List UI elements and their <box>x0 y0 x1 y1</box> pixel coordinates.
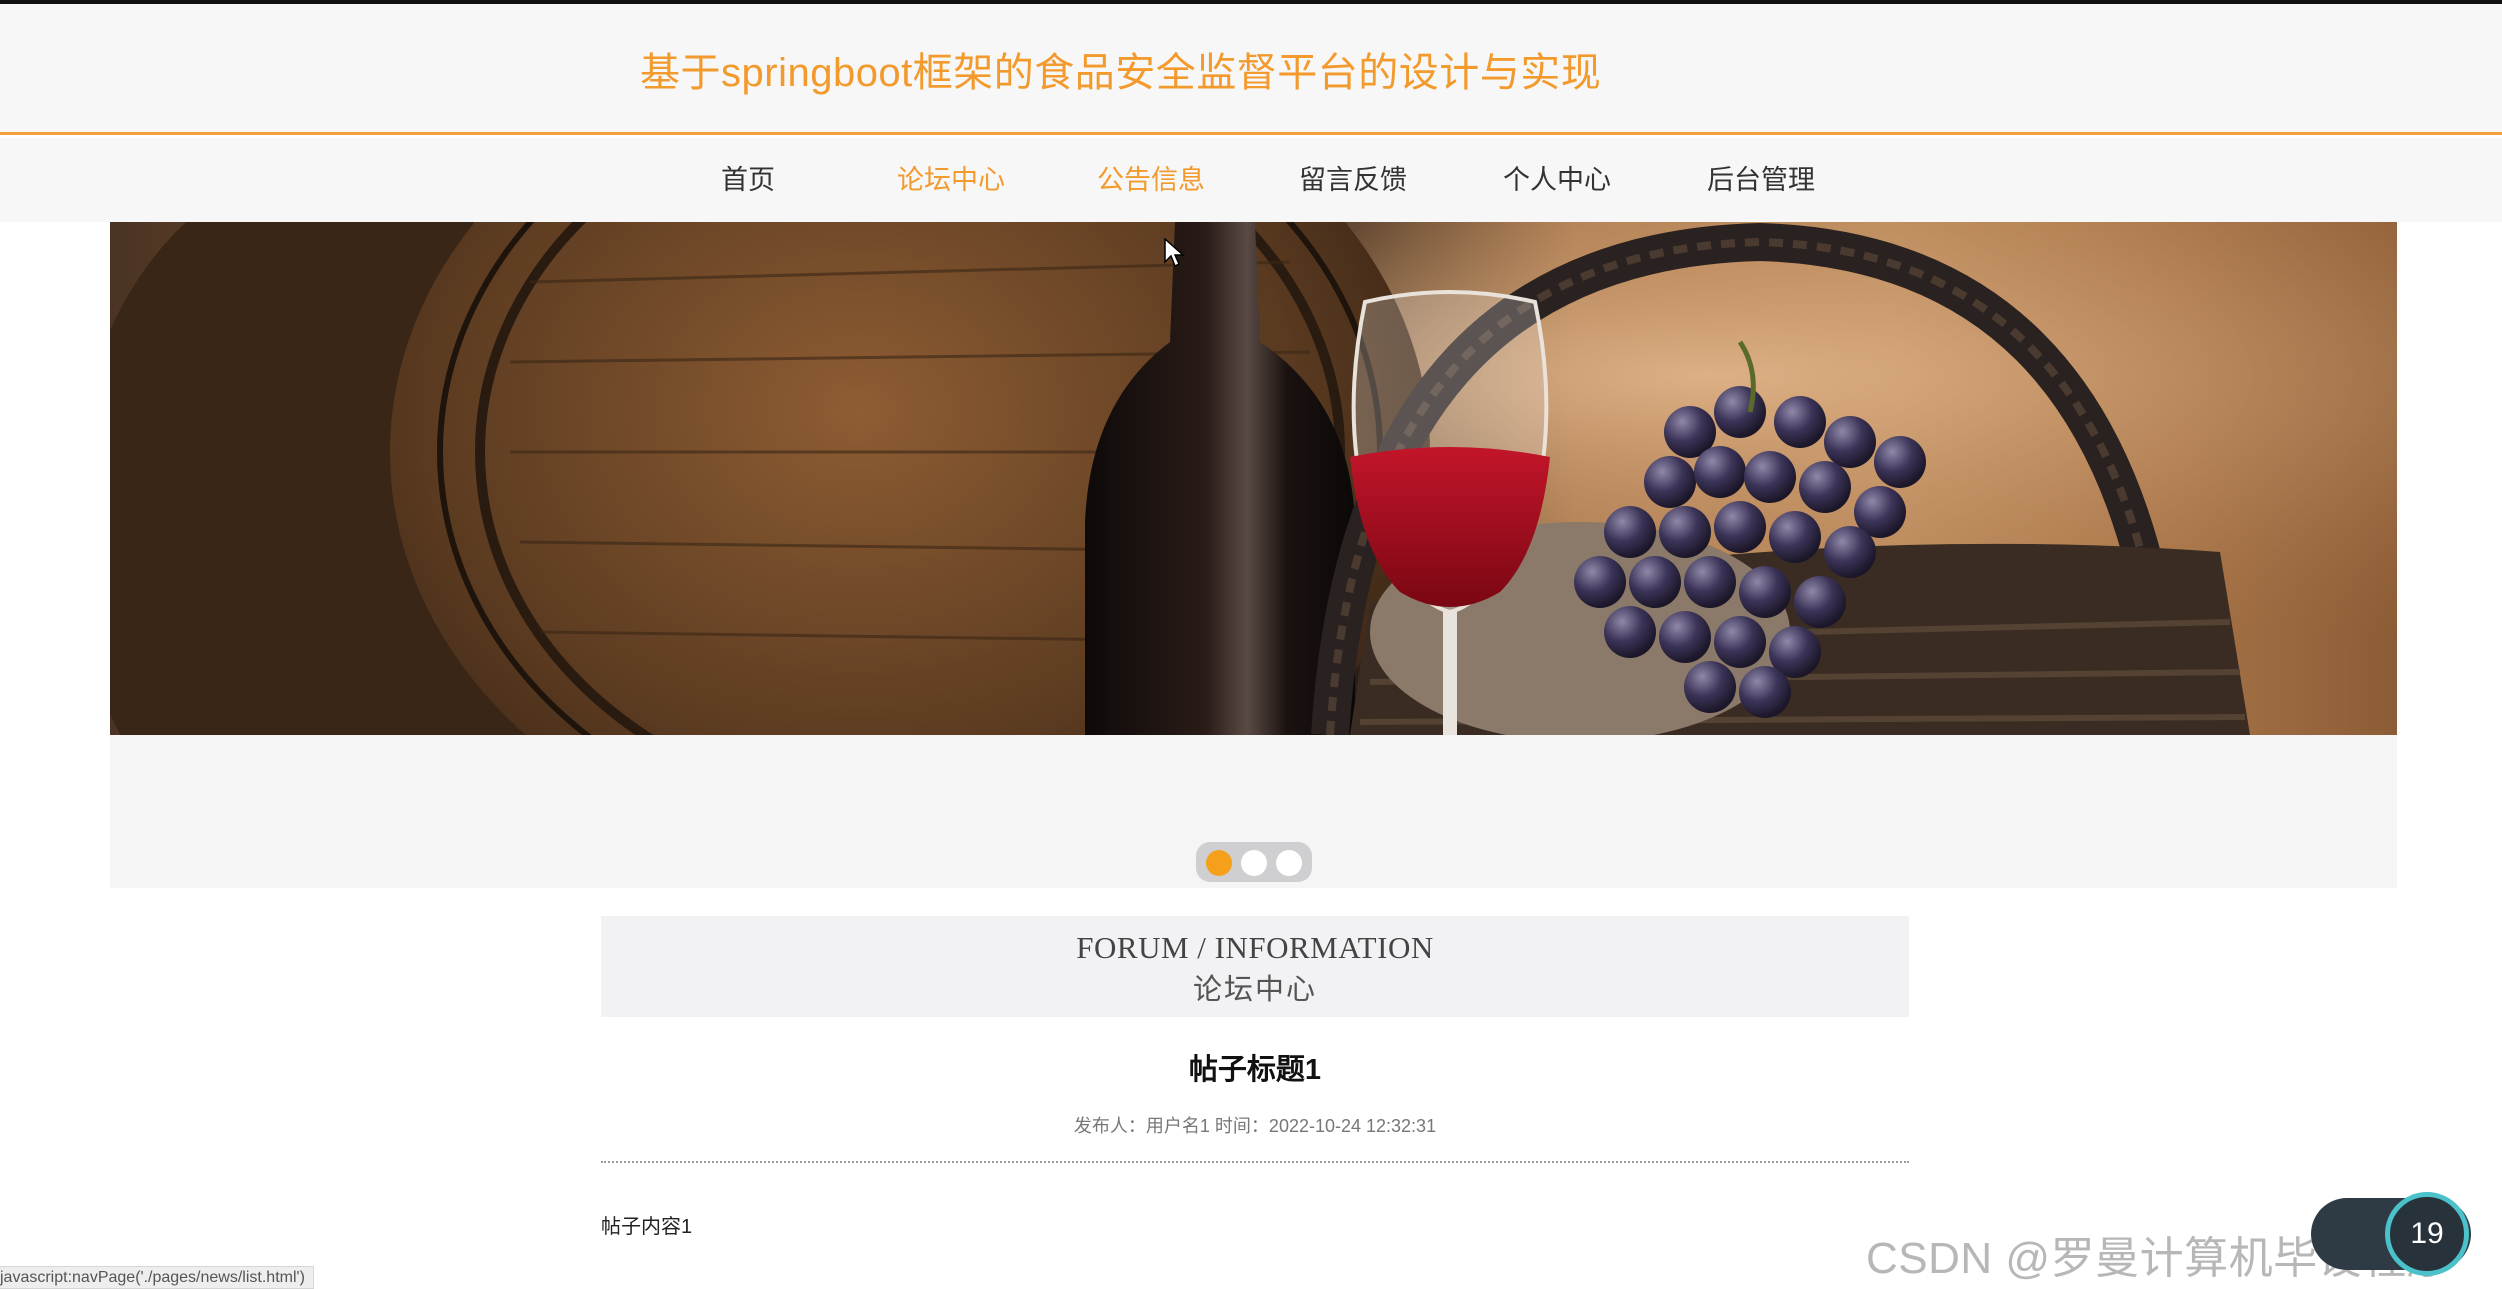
carousel-dot-1[interactable] <box>1206 850 1232 876</box>
section-title-en: FORUM / INFORMATION <box>1076 930 1434 965</box>
site-header: 基于springboot框架的食品安全监督平台的设计与实现 <box>0 4 2502 135</box>
page: 基于springboot框架的食品安全监督平台的设计与实现 首页 论坛中心 公告… <box>0 0 2502 1289</box>
post-meta: 发布人：用户名1 时间：2022-10-24 12:32:31 <box>1073 1116 1437 1136</box>
post-divider <box>601 1161 1909 1163</box>
post-title: 帖子标题1 <box>1188 1054 1322 1086</box>
post-content: 帖子内容1 <box>601 1216 693 1238</box>
nav-item-home[interactable]: 首页 <box>721 158 775 197</box>
carousel-banner-image[interactable] <box>110 222 2397 735</box>
main-nav: 首页 论坛中心 公告信息 留言反馈 个人中心 后台管理 <box>0 138 2502 222</box>
nav-item-admin[interactable]: 后台管理 <box>1707 158 1815 197</box>
nav-item-forum[interactable]: 论坛中心 <box>897 158 1005 197</box>
mouse-cursor-icon <box>1164 238 1185 268</box>
carousel-dot-2[interactable] <box>1241 850 1267 876</box>
carousel-dot-3[interactable] <box>1276 850 1302 876</box>
wine-still-life-illustration <box>110 222 2397 735</box>
site-title: 基于springboot框架的食品安全监督平台的设计与实现 <box>640 51 1602 95</box>
carousel-indicator <box>1196 842 1312 882</box>
nav-item-announcements[interactable]: 公告信息 <box>1097 158 1205 197</box>
nav-item-profile[interactable]: 个人中心 <box>1503 158 1611 197</box>
browser-status-bar: javascript:navPage('./pages/news/list.ht… <box>0 1266 314 1289</box>
nav-item-feedback[interactable]: 留言反馈 <box>1299 158 1407 197</box>
section-header: FORUM / INFORMATION 论坛中心 <box>601 916 1909 1017</box>
speed-gauge-icon[interactable]: 19 <box>2385 1192 2469 1276</box>
section-title-cn: 论坛中心 <box>1192 972 1317 1006</box>
